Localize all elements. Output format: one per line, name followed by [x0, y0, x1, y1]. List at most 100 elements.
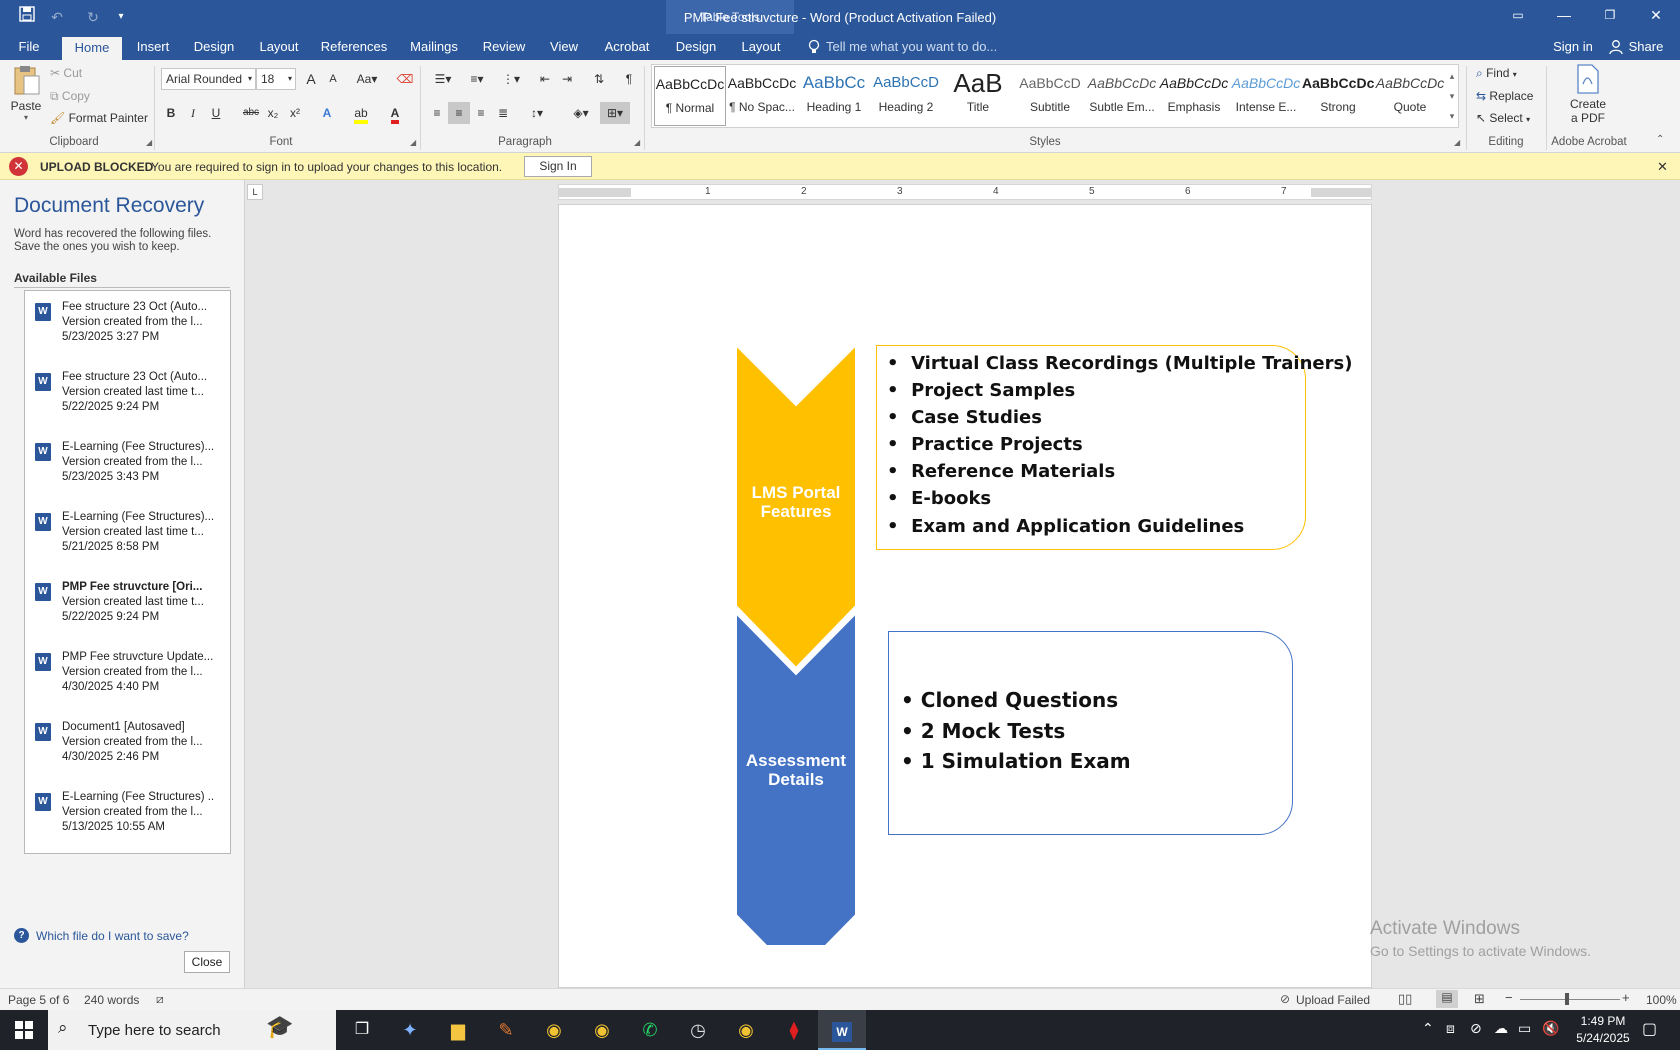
tab-table-design[interactable]: Design [672, 34, 720, 60]
list-item[interactable]: W Document1 [Autosaved] Version created fr… [25, 719, 231, 785]
sort-icon[interactable]: ⇅ [588, 68, 610, 90]
which-file-link[interactable]: Which file do I want to save? [36, 929, 189, 943]
chrome-icon[interactable]: ◉ [530, 1010, 578, 1050]
chrome-icon[interactable]: ◉ [578, 1010, 626, 1050]
list-item[interactable]: W PMP Fee struvcture [Ori... Version creat… [25, 579, 231, 645]
line-spacing-icon[interactable]: ↕▾ [522, 102, 552, 124]
horizontal-ruler[interactable]: 1 2 3 4 5 6 7 [558, 184, 1372, 200]
style-no-spacing[interactable]: AaBbCcDc ¶ No Spac... [726, 66, 798, 126]
customize-qat-icon[interactable]: ▾ [110, 6, 132, 28]
style-subtle-emphasis[interactable]: AaBbCcDc Subtle Em... [1086, 66, 1158, 126]
bold-button[interactable]: B [160, 102, 182, 124]
grow-font-icon[interactable]: A [300, 68, 322, 90]
italic-button[interactable]: I [182, 102, 204, 124]
zoom-level[interactable]: 100% [1646, 993, 1677, 1007]
highlight-icon[interactable]: ab [350, 102, 372, 124]
paste-dropdown-icon[interactable]: ▾ [6, 113, 46, 122]
ribbon-display-options-icon[interactable]: ▭ [1495, 0, 1541, 30]
align-left-icon[interactable]: ≡ [426, 102, 448, 124]
tab-home[interactable]: Home [62, 37, 122, 60]
copy-button[interactable]: ⧉ Copy [50, 89, 90, 104]
style-strong[interactable]: AaBbCcDc Strong [1302, 66, 1374, 126]
font-color-icon[interactable]: A [384, 102, 406, 124]
tab-mailings[interactable]: Mailings [406, 34, 462, 60]
tab-selector-icon[interactable]: L [247, 184, 263, 200]
list-item[interactable]: W Fee structure 23 Oct (Auto... Version cr… [25, 369, 231, 435]
close-icon[interactable]: ✕ [1633, 0, 1679, 30]
create-pdf-button[interactable]: Create a PDF [1560, 64, 1616, 130]
shrink-font-icon[interactable]: A [322, 68, 344, 90]
borders-icon[interactable]: ⊞▾ [600, 102, 630, 124]
volume-muted-icon[interactable]: 🔇 [1542, 1020, 1559, 1037]
tray-app-icon[interactable]: ⧈ [1446, 1020, 1455, 1037]
list-item[interactable]: W E-Learning (Fee Structures)... Version c… [25, 439, 231, 505]
clock-app-icon[interactable]: ◷ [674, 1010, 722, 1050]
share-button[interactable]: Share [1626, 34, 1666, 60]
decrease-indent-icon[interactable]: ⇤ [534, 68, 556, 90]
tab-insert[interactable]: Insert [130, 34, 176, 60]
chevron-up-icon[interactable]: ⌃ [1422, 1020, 1434, 1037]
file-explorer-icon[interactable]: ▆ [434, 1010, 482, 1050]
zoom-slider-thumb[interactable] [1565, 993, 1569, 1005]
notification-center-icon[interactable]: ▢ [1642, 1019, 1657, 1039]
tab-acrobat[interactable]: Acrobat [598, 34, 656, 60]
list-item[interactable]: W Fee structure 23 Oct (Auto... Version cr… [25, 299, 231, 365]
numbering-icon[interactable]: ≡▾ [462, 68, 492, 90]
tab-file[interactable]: File [8, 34, 50, 60]
text-effects-icon[interactable]: A [316, 102, 338, 124]
style-heading-2[interactable]: AaBbCcD Heading 2 [870, 66, 942, 126]
sign-in-link[interactable]: Sign in [1548, 34, 1598, 60]
whatsapp-icon[interactable]: ✆ [626, 1010, 674, 1050]
tab-references[interactable]: References [318, 34, 390, 60]
print-layout-icon[interactable]: ▤ [1436, 990, 1458, 1008]
wifi-icon[interactable]: ▭ [1518, 1020, 1531, 1037]
shading-icon[interactable]: ◈▾ [566, 102, 596, 124]
close-recovery-button[interactable]: Close [184, 951, 230, 973]
network-disconnected-icon[interactable]: ⊘ [1470, 1020, 1482, 1037]
clock-date[interactable]: 5/24/2025 [1570, 1031, 1636, 1045]
clock-time[interactable]: 1:49 PM [1574, 1014, 1632, 1028]
style-normal[interactable]: AaBbCcDc ¶ Normal [654, 66, 726, 126]
close-icon[interactable]: ✕ [1657, 159, 1668, 175]
paragraph-launcher-icon[interactable]: ◢ [634, 138, 640, 147]
task-view-icon[interactable]: ❐ [338, 1010, 386, 1050]
strikethrough-button[interactable]: abc [240, 102, 262, 124]
justify-icon[interactable]: ≣ [492, 102, 514, 124]
chrome-icon[interactable]: ◉ [722, 1010, 770, 1050]
style-intense-emphasis[interactable]: AaBbCcDc Intense E... [1230, 66, 1302, 126]
subscript-button[interactable]: x₂ [262, 102, 284, 124]
paste-button[interactable]: Paste ▾ [6, 64, 46, 134]
multilevel-list-icon[interactable]: ⋮▾ [496, 68, 526, 90]
tab-table-layout[interactable]: Layout [736, 34, 786, 60]
sign-in-button[interactable]: Sign In [524, 156, 592, 177]
onedrive-icon[interactable]: ☁ [1494, 1020, 1508, 1037]
format-painter-button[interactable]: 🖌 Format Painter [50, 111, 148, 125]
proofing-icon[interactable]: ⧄ [156, 992, 164, 1007]
tab-design[interactable]: Design [190, 34, 238, 60]
redo-icon[interactable]: ↻ [82, 6, 104, 28]
show-formatting-icon[interactable]: ¶ [618, 68, 640, 90]
document-page[interactable]: LMS Portal Features Assessment Details •… [558, 204, 1372, 988]
find-button[interactable]: ⌕ Find ▾ [1476, 66, 1517, 81]
word-count[interactable]: 240 words [84, 993, 139, 1007]
acrobat-icon[interactable]: ⧫ [770, 1010, 818, 1050]
style-emphasis[interactable]: AaBbCcDc Emphasis [1158, 66, 1230, 126]
clear-formatting-icon[interactable]: ⌫ [394, 68, 416, 90]
list-item[interactable]: W E-Learning (Fee Structures)... Version c… [25, 509, 231, 575]
cut-button[interactable]: ✂ Cut [50, 66, 82, 80]
zoom-out-icon[interactable]: − [1505, 990, 1513, 1005]
web-layout-icon[interactable]: ⊞ [1474, 991, 1485, 1007]
superscript-button[interactable]: x² [284, 102, 306, 124]
tab-layout[interactable]: Layout [254, 34, 304, 60]
list-item[interactable]: W E-Learning (Fee Structures) .. Version c… [25, 789, 231, 855]
upload-status[interactable]: Upload Failed [1296, 993, 1370, 1007]
app-icon[interactable]: ✎ [482, 1010, 530, 1050]
undo-icon[interactable]: ↶ [46, 6, 68, 28]
style-title[interactable]: AaB Title [942, 66, 1014, 126]
font-launcher-icon[interactable]: ◢ [410, 138, 416, 147]
word-taskbar-icon[interactable]: W [818, 1010, 866, 1050]
underline-button[interactable]: U [205, 102, 227, 124]
tab-view[interactable]: View [546, 34, 582, 60]
windows-start-icon[interactable] [0, 1010, 48, 1050]
replace-button[interactable]: ⇆ Replace [1476, 89, 1533, 103]
